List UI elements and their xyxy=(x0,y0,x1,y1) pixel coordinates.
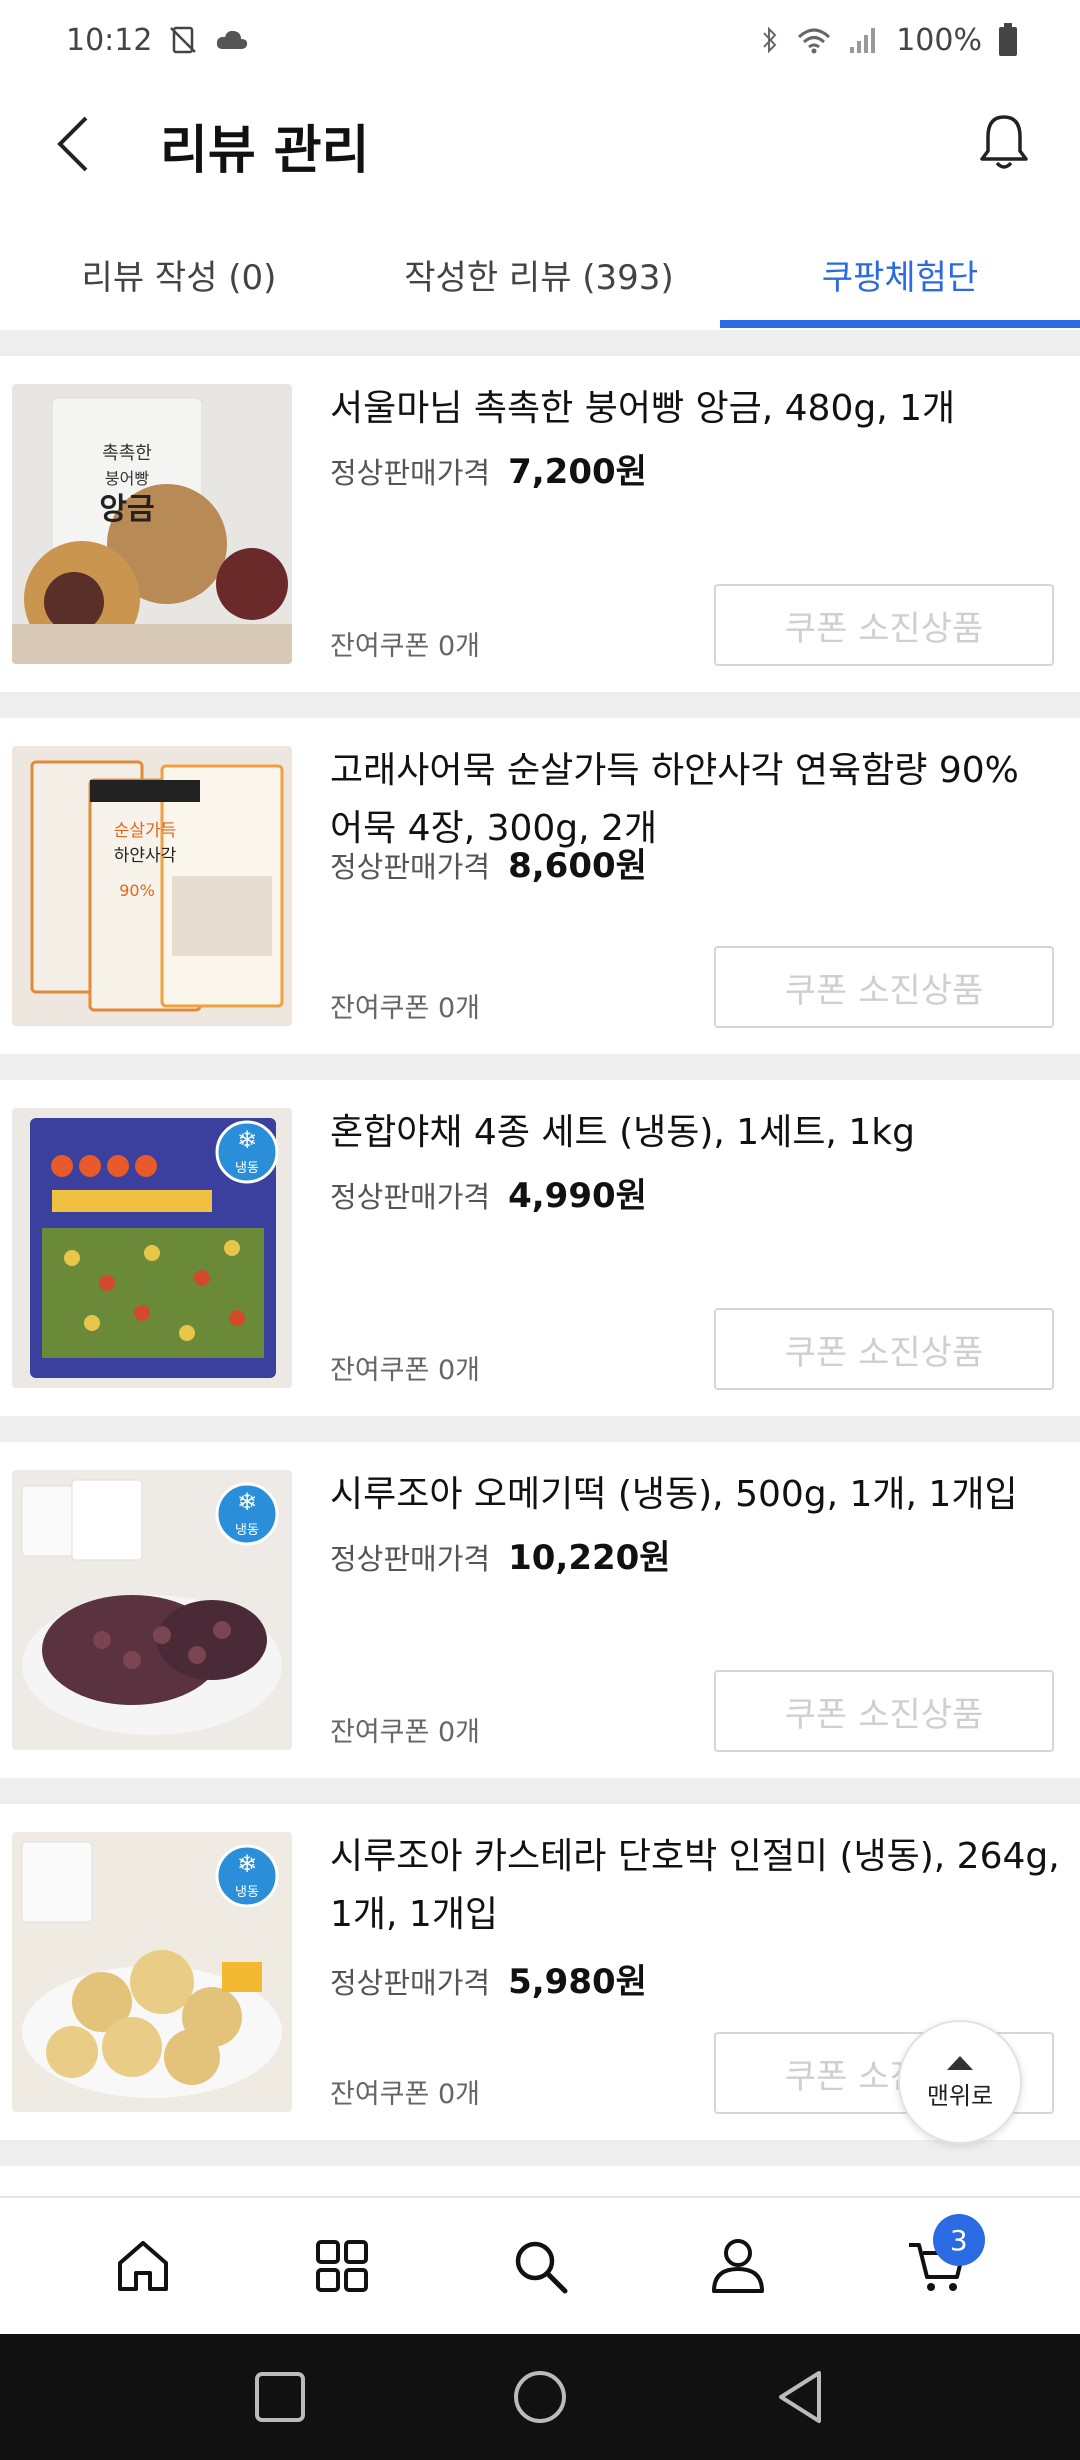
remaining-coupons: 잔여쿠폰 0개 xyxy=(330,1355,480,1386)
svg-text:하얀사각: 하얀사각 xyxy=(114,846,177,866)
signal-icon xyxy=(848,25,880,55)
product-name[interactable]: 시루조아 카스테라 단호박 인절미 (냉동), 264g, 1개, 1개입 xyxy=(330,1828,1060,1944)
price-label: 정상판매가격 xyxy=(330,456,491,490)
divider xyxy=(0,330,1080,356)
product-thumbnail: 순살가득 하얀사각 90% xyxy=(12,746,292,1026)
system-nav-bar xyxy=(0,2334,1080,2460)
page-title: 리뷰 관리 xyxy=(160,121,370,181)
remaining-coupons: 잔여쿠폰 0개 xyxy=(330,1717,480,1748)
status-time: 10:12 xyxy=(66,22,153,58)
nav-home[interactable] xyxy=(89,2212,197,2320)
divider xyxy=(0,1778,1080,1804)
status-bar: 10:12 100% xyxy=(0,0,1080,80)
back-system-button[interactable] xyxy=(755,2352,845,2442)
divider xyxy=(0,1054,1080,1080)
product-list: 촉촉한 붕어빵 앙금 서울마님 촉촉한 붕어빵 앙금, 480g, 1개 정상판… xyxy=(0,356,1080,2166)
tab-written-reviews[interactable]: 작성한 리뷰 (393) xyxy=(358,220,720,328)
price-value: 4,990원 xyxy=(508,1176,647,1216)
tab-coupang-trial[interactable]: 쿠팡체험단 xyxy=(720,220,1080,328)
divider xyxy=(0,692,1080,718)
remaining-coupons: 잔여쿠폰 0개 xyxy=(330,631,480,662)
product-item[interactable]: 순살가득 하얀사각 90% 고래사어묵 순살가득 하얀사각 연육함량 90% 어… xyxy=(0,718,1080,1054)
scroll-top-label: 맨위로 xyxy=(926,2081,994,2110)
search-icon xyxy=(515,2241,568,2294)
product-name[interactable]: 서울마님 촉촉한 붕어빵 앙금, 480g, 1개 xyxy=(330,380,1060,438)
svg-text:냉동: 냉동 xyxy=(235,1523,259,1538)
wifi-icon xyxy=(796,25,832,55)
svg-text:❄: ❄ xyxy=(237,1850,257,1878)
battery-percent: 100% xyxy=(896,22,982,58)
circle-icon xyxy=(514,2371,566,2423)
product-item[interactable]: ❄ 냉동 시루조아 오메기떡 (냉동), 500g, 1개, 1개입 정상판매가… xyxy=(0,1442,1080,1778)
svg-text:냉동: 냉동 xyxy=(235,1885,259,1900)
profile-icon xyxy=(712,2239,765,2293)
price-label: 정상판매가격 xyxy=(330,1180,491,1214)
product-item[interactable]: 촉촉한 붕어빵 앙금 서울마님 촉촉한 붕어빵 앙금, 480g, 1개 정상판… xyxy=(0,356,1080,692)
price-label: 정상판매가격 xyxy=(330,1966,491,2000)
recent-apps-button[interactable] xyxy=(235,2352,325,2442)
price-row: 정상판매가격 5,980원 xyxy=(330,1954,647,2003)
divider xyxy=(0,2140,1080,2166)
price-label: 정상판매가격 xyxy=(330,850,491,884)
svg-text:❄: ❄ xyxy=(237,1126,257,1154)
scroll-top-button[interactable]: 맨위로 xyxy=(898,2020,1022,2144)
price-label: 정상판매가격 xyxy=(330,1542,491,1576)
product-item[interactable]: ❄ 냉동 혼합야채 4종 세트 (냉동), 1세트, 1kg 정상판매가격 4,… xyxy=(0,1080,1080,1416)
price-row: 정상판매가격 10,220원 xyxy=(330,1530,671,1579)
svg-text:촉촉한: 촉촉한 xyxy=(102,443,152,464)
no-sim-icon xyxy=(168,25,198,55)
remaining-coupons: 잔여쿠폰 0개 xyxy=(330,993,480,1024)
nav-cart[interactable]: 3 xyxy=(883,2212,991,2320)
app-header: 리뷰 관리 xyxy=(0,80,1080,200)
svg-text:순살가득: 순살가득 xyxy=(114,821,177,841)
nav-search[interactable] xyxy=(486,2212,594,2320)
product-thumbnail: ❄ 냉동 xyxy=(12,1108,292,1388)
coupon-soldout-button[interactable]: 쿠폰 소진상품 xyxy=(714,584,1054,666)
price-row: 정상판매가격 8,600원 xyxy=(330,838,647,887)
home-icon xyxy=(118,2241,169,2291)
square-icon xyxy=(255,2372,305,2422)
svg-text:앙금: 앙금 xyxy=(99,492,154,527)
home-system-button[interactable] xyxy=(495,2352,585,2442)
coupon-soldout-button[interactable]: 쿠폰 소진상품 xyxy=(714,946,1054,1028)
svg-text:냉동: 냉동 xyxy=(235,1161,259,1176)
tab-write-review[interactable]: 리뷰 작성 (0) xyxy=(0,220,358,328)
svg-text:90%: 90% xyxy=(119,881,155,900)
bluetooth-icon xyxy=(760,25,780,55)
price-value: 10,220원 xyxy=(508,1538,671,1578)
back-button[interactable] xyxy=(34,104,114,184)
chevron-left-icon xyxy=(57,116,88,172)
price-row: 정상판매가격 7,200원 xyxy=(330,444,647,493)
coupon-soldout-button[interactable]: 쿠폰 소진상품 xyxy=(714,1670,1054,1752)
price-row: 정상판매가격 4,990원 xyxy=(330,1168,647,1217)
svg-text:❄: ❄ xyxy=(237,1488,257,1516)
bottom-nav: 3 xyxy=(0,2196,1080,2334)
product-thumbnail: ❄ 냉동 xyxy=(12,1470,292,1750)
price-value: 7,200원 xyxy=(508,452,647,492)
cloud-icon xyxy=(214,27,250,53)
cart-count-badge: 3 xyxy=(932,2214,985,2266)
notification-button[interactable] xyxy=(964,102,1044,182)
product-thumbnail: ❄ 냉동 xyxy=(12,1832,292,2112)
product-name[interactable]: 시루조아 오메기떡 (냉동), 500g, 1개, 1개입 xyxy=(330,1466,1060,1524)
nav-category[interactable] xyxy=(288,2212,396,2320)
triangle-back-icon xyxy=(779,2371,821,2423)
coupon-soldout-button[interactable]: 쿠폰 소진상품 xyxy=(714,1308,1054,1390)
product-name[interactable]: 혼합야채 4종 세트 (냉동), 1세트, 1kg xyxy=(330,1104,1060,1162)
nav-profile[interactable] xyxy=(684,2212,792,2320)
remaining-coupons: 잔여쿠폰 0개 xyxy=(330,2079,480,2110)
price-value: 8,600원 xyxy=(508,846,647,886)
divider xyxy=(0,1416,1080,1442)
svg-text:붕어빵: 붕어빵 xyxy=(105,469,149,488)
review-tabs: 리뷰 작성 (0) 작성한 리뷰 (393) 쿠팡체험단 xyxy=(0,220,1080,328)
product-thumbnail: 촉촉한 붕어빵 앙금 xyxy=(12,384,292,664)
bell-icon xyxy=(980,115,1028,169)
price-value: 5,980원 xyxy=(508,1962,647,2002)
battery-icon xyxy=(998,23,1018,57)
category-icon xyxy=(315,2240,368,2292)
arrow-up-icon xyxy=(947,2055,973,2070)
